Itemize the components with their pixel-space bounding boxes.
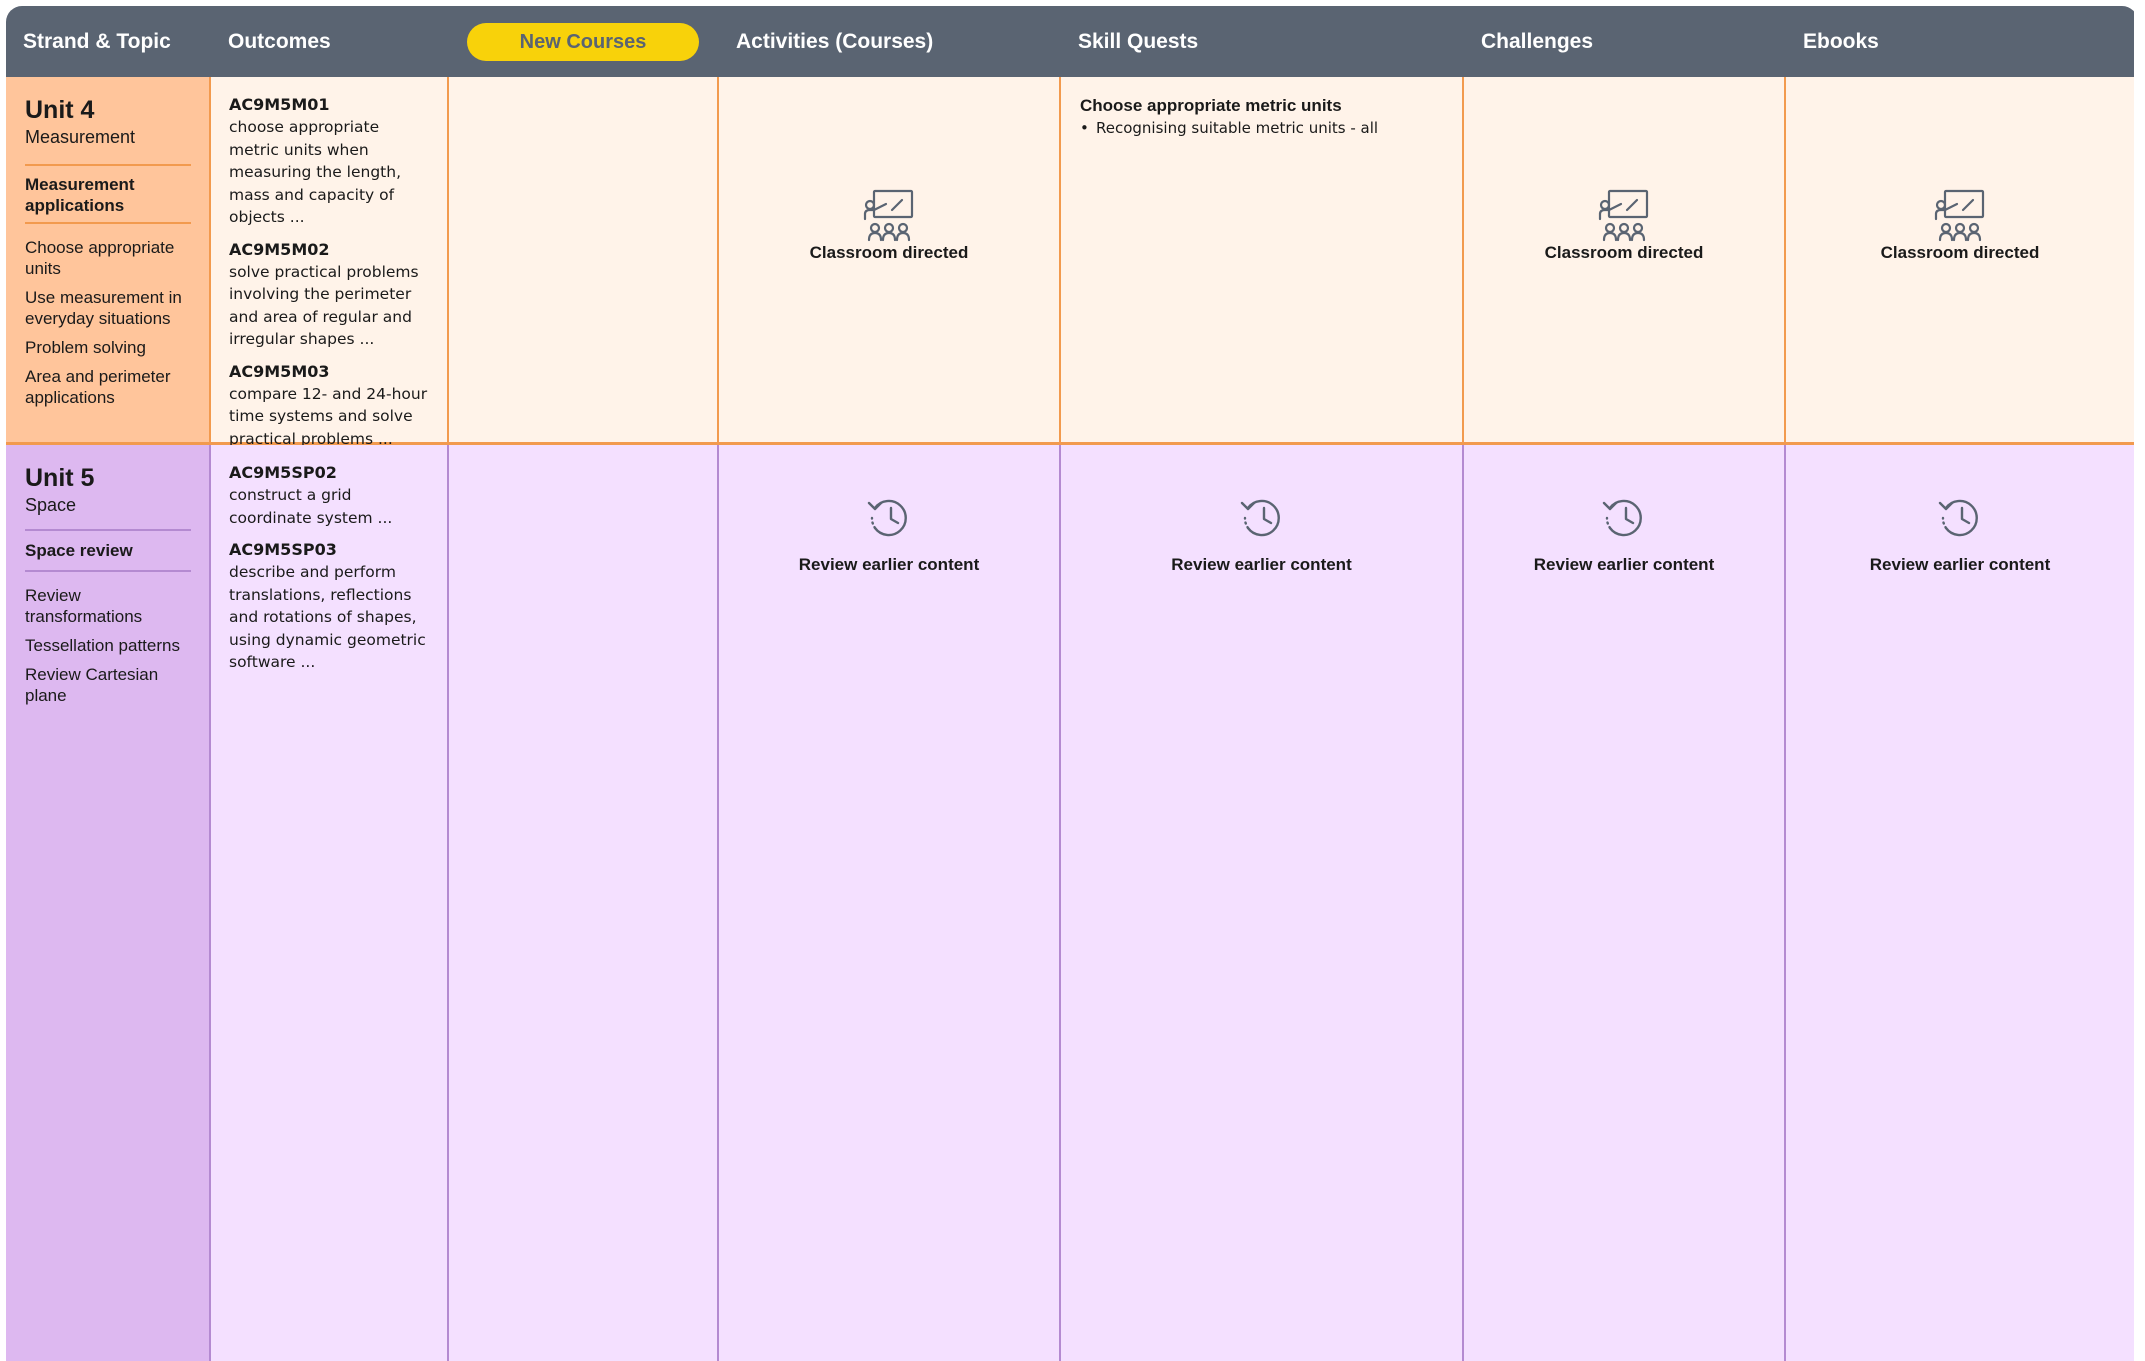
outcome-code: AC9M5SP03 [229, 540, 337, 559]
unit4-skill-quests-cell: Choose appropriate metric units • Recogni… [1061, 77, 1464, 445]
outcome-item: AC9M5M02 solve practical problems involv… [229, 239, 433, 351]
classroom-teacher-icon [1934, 189, 1985, 242]
divider [25, 164, 191, 166]
divider [25, 570, 191, 572]
skill-quest-item-label: Recognising suitable metric units - all [1096, 119, 1379, 137]
subtopic-list: Choose appropriate units Use measurement… [25, 237, 191, 408]
outcome-code: AC9M5M03 [229, 361, 330, 381]
review-earlier-label: Review earlier content [1869, 555, 2051, 574]
header-activities: Activities (Courses) [719, 6, 1061, 77]
classroom-teacher-icon [1598, 189, 1649, 242]
subtopic-item: Area and perimeter applications [25, 367, 171, 407]
subtopic-item: Choose appropriate units [25, 238, 175, 278]
classroom-directed-block: Classroom directed [1786, 188, 2134, 264]
unit4-activities-cell: Classroom directed [719, 77, 1061, 445]
outcome-description: solve practical problems involving the p… [229, 262, 419, 349]
review-earlier-block: Review earlier content [1786, 494, 2134, 576]
subtopic-list: Review transformations Tessellation patt… [25, 585, 191, 706]
unit4-challenges-cell: Classroom directed [1464, 77, 1786, 445]
classroom-directed-block: Classroom directed [719, 188, 1059, 264]
bullet: • [1080, 119, 1089, 137]
subtopic-item: Problem solving [25, 338, 146, 357]
header-new-courses-cell: New Courses [449, 6, 719, 77]
unit-title: Unit 4 [25, 96, 95, 124]
outcome-item: AC9M5M01 choose appropriate metric units… [229, 94, 433, 229]
unit5-outcomes-cell: AC9M5SP02 construct a grid coordinate sy… [211, 445, 449, 1361]
curriculum-table: Strand & Topic Outcomes New Courses Acti… [6, 6, 2138, 1361]
review-earlier-block: Review earlier content [1464, 494, 1784, 576]
unit4-topic-cell: Unit 4 Measurement Measurement applicati… [6, 77, 211, 445]
outcome-description: construct a grid coordinate system ... [229, 486, 393, 527]
unit5-skill-quests-cell: Review earlier content [1061, 445, 1464, 1361]
header-outcomes: Outcomes [211, 6, 449, 77]
review-earlier-block: Review earlier content [719, 494, 1059, 576]
history-icon [1938, 499, 1978, 537]
classroom-directed-label: Classroom directed [1880, 243, 2040, 262]
unit4-ebooks-cell: Classroom directed [1786, 77, 2134, 445]
divider [25, 529, 191, 531]
outcome-description: compare 12- and 24-hour time systems and… [229, 384, 428, 448]
header-strand-topic: Strand & Topic [6, 6, 211, 77]
header-challenges: Challenges [1464, 6, 1786, 77]
subtopic-item: Use measurement in everyday situations [25, 288, 182, 328]
unit5-topic-cell: Unit 5 Space Space review Review transfo… [6, 445, 211, 1361]
unit5-activities-cell: Review earlier content [719, 445, 1061, 1361]
strand-title: Measurement applications [25, 175, 135, 215]
outcome-description: choose appropriate metric units when mea… [229, 118, 401, 226]
outcome-item: AC9M5M03 compare 12- and 24-hour time sy… [229, 361, 433, 451]
subtopic-item: Review Cartesian plane [25, 665, 159, 705]
unit-subtitle: Measurement [25, 127, 136, 147]
review-earlier-label: Review earlier content [1171, 555, 1352, 574]
history-icon [867, 499, 907, 537]
outcome-code: AC9M5SP02 [229, 463, 337, 482]
review-earlier-label: Review earlier content [1533, 555, 1715, 574]
divider [25, 222, 191, 224]
classroom-directed-label: Classroom directed [809, 243, 969, 262]
classroom-directed-block: Classroom directed [1464, 188, 1784, 264]
unit4-outcomes-cell: AC9M5M01 choose appropriate metric units… [211, 77, 449, 448]
header-skill-quests: Skill Quests [1061, 6, 1464, 77]
unit-subtitle: Space [25, 495, 77, 515]
unit5-ebooks-cell: Review earlier content [1786, 445, 2134, 1361]
classroom-directed-label: Classroom directed [1544, 243, 1704, 262]
strand-title: Space review [25, 541, 133, 560]
outcome-item: AC9M5SP03 describe and perform translati… [229, 539, 433, 674]
skill-quest-title[interactable]: Choose appropriate metric units [1080, 95, 1444, 117]
outcome-item: AC9M5SP02 construct a grid coordinate sy… [229, 462, 433, 529]
unit5-challenges-cell: Review earlier content [1464, 445, 1786, 1361]
new-courses-badge[interactable]: New Courses [467, 22, 699, 61]
subtopic-item: Tessellation patterns [25, 636, 180, 655]
classroom-teacher-icon [863, 189, 914, 242]
outcome-code: AC9M5M01 [229, 95, 330, 114]
skill-quest-item[interactable]: • Recognising suitable metric units - all [1080, 117, 1444, 139]
history-icon [1602, 499, 1642, 537]
history-icon [1240, 499, 1280, 537]
review-earlier-label: Review earlier content [798, 555, 980, 574]
outcome-description: describe and perform translations, refle… [229, 563, 426, 671]
unit5-new-courses-cell [449, 445, 719, 1361]
outcome-code: AC9M5M02 [229, 239, 330, 259]
header-ebooks: Ebooks [1786, 6, 2134, 77]
unit4-new-courses-cell [449, 77, 719, 445]
subtopic-item: Review transformations [25, 586, 143, 626]
skill-quest-list: • Recognising suitable metric units - all [1080, 117, 1444, 139]
unit-title: Unit 5 [25, 464, 95, 492]
review-earlier-block: Review earlier content [1061, 494, 1462, 576]
